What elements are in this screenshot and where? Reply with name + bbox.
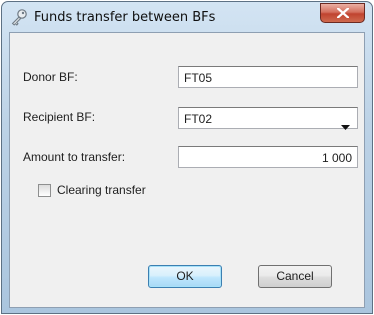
ok-button[interactable]: OK — [148, 265, 222, 288]
dialog-window: Funds transfer between BFs Donor BF: FT0… — [1, 1, 373, 314]
cancel-button[interactable]: Cancel — [258, 265, 332, 288]
amount-field[interactable]: 1 000 — [178, 146, 358, 168]
window-title: Funds transfer between BFs — [34, 10, 216, 25]
close-button[interactable] — [320, 3, 365, 23]
donor-bf-label: Donor BF: — [23, 70, 78, 84]
amount-label: Amount to transfer: — [23, 150, 126, 164]
clearing-transfer-checkbox[interactable] — [38, 184, 51, 197]
clearing-transfer-label[interactable]: Clearing transfer — [57, 183, 146, 197]
key-icon — [10, 8, 28, 26]
chevron-down-icon — [341, 116, 350, 136]
title-bar[interactable]: Funds transfer between BFs — [2, 2, 372, 32]
amount-value: 1 000 — [321, 151, 352, 165]
recipient-bf-label: Recipient BF: — [23, 110, 96, 124]
recipient-bf-value: FT02 — [184, 112, 213, 126]
donor-bf-value: FT05 — [184, 71, 213, 85]
close-icon — [337, 8, 349, 18]
recipient-bf-select[interactable]: FT02 — [178, 107, 358, 130]
dialog-body: Donor BF: FT05 Recipient BF: FT02 Amount… — [9, 32, 365, 308]
donor-bf-field[interactable]: FT05 — [178, 66, 358, 88]
